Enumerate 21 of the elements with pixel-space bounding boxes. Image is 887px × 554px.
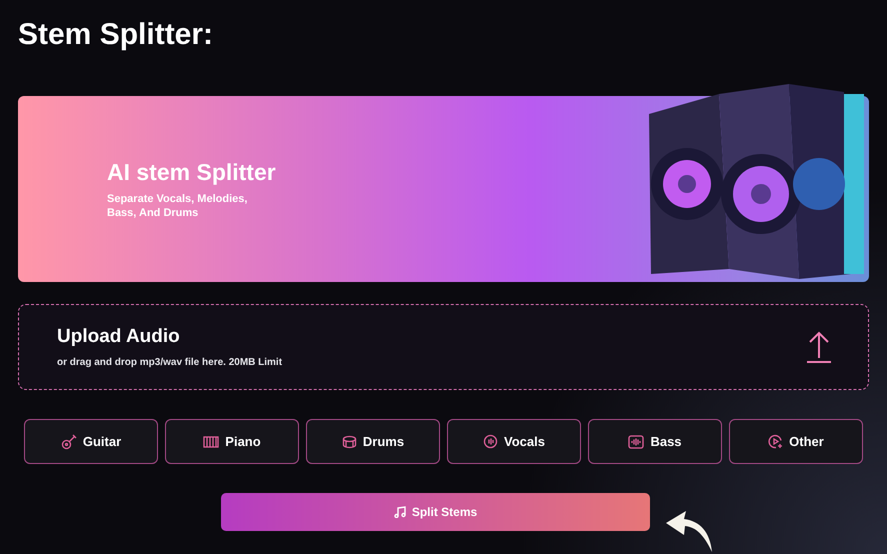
stem-button[interactable]: Guitar xyxy=(24,419,158,464)
waveform-icon xyxy=(628,434,644,448)
stem-button[interactable]: Vocals xyxy=(447,419,581,464)
banner-subtitle: Separate Vocals, Melodies, Bass, And Drums xyxy=(107,192,248,220)
drum-icon xyxy=(342,434,357,448)
upload-icon xyxy=(806,330,832,364)
play-circle-icon xyxy=(768,434,784,449)
piano-keys-icon xyxy=(203,436,220,448)
stem-button[interactable]: Bass xyxy=(588,419,722,464)
upload-hint: or drag and drop mp3/wav file here. 20MB Limit xyxy=(57,356,282,370)
stem-button[interactable]: Other xyxy=(729,419,863,464)
sound-circle-icon xyxy=(483,434,498,449)
banner-title: AI stem Splitter xyxy=(107,158,276,186)
music-note-icon xyxy=(394,506,406,518)
upload-title: Upload Audio xyxy=(57,324,180,348)
upload-dropzone[interactable]: Upload Audio or drag and drop mp3/wav file here. 20MB Limit xyxy=(18,304,869,390)
stem-button[interactable]: Drums xyxy=(306,419,440,464)
guitar-icon xyxy=(60,434,77,450)
split-stems-button[interactable]: Split Stems xyxy=(221,493,650,531)
page-title: Stem Splitter: xyxy=(18,17,214,53)
stem-button[interactable]: Piano xyxy=(165,419,299,464)
